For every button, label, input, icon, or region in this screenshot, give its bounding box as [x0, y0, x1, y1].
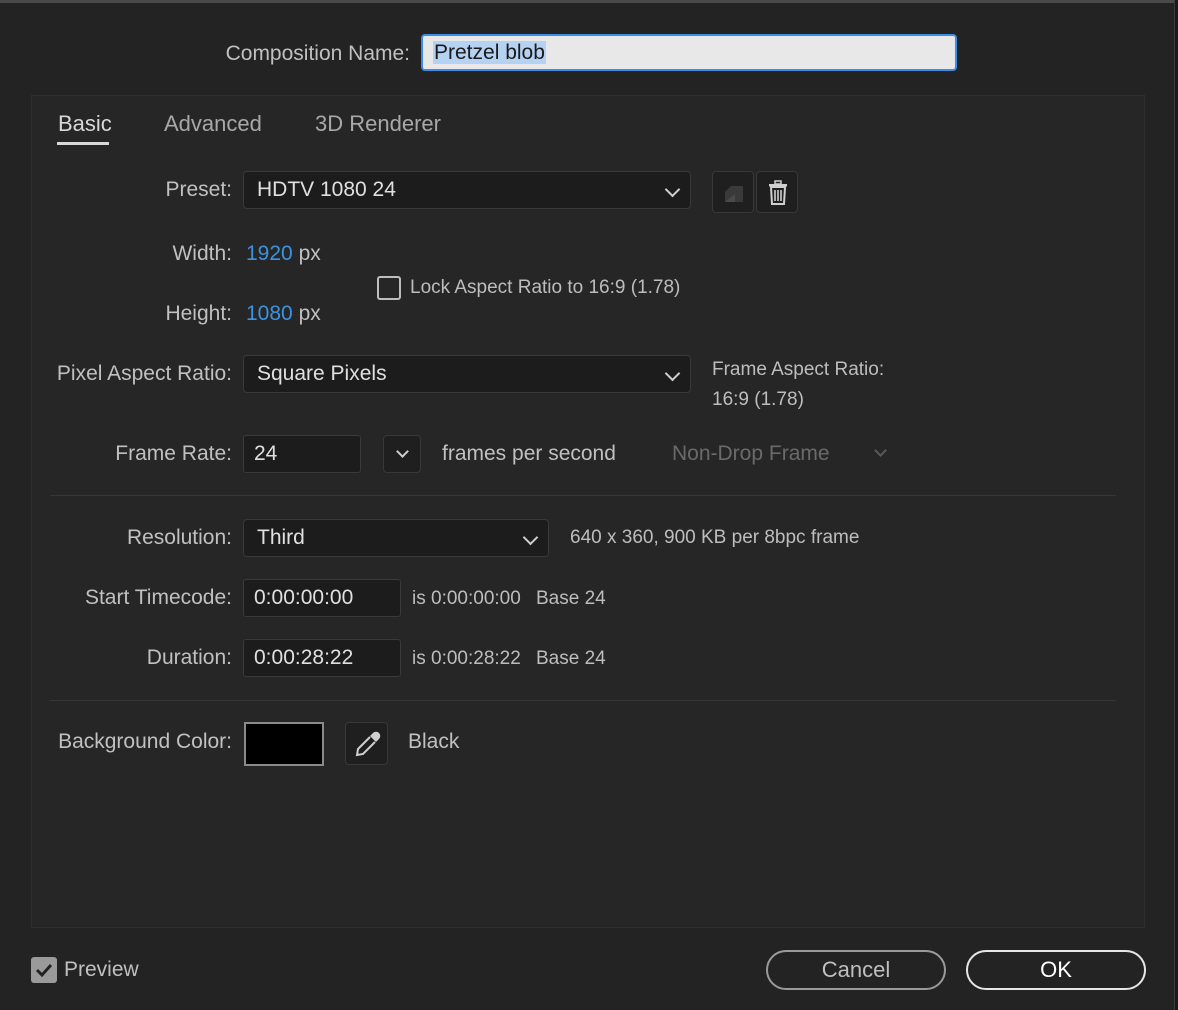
frame-rate-input[interactable]: 24 — [243, 435, 361, 473]
width-label: Width: — [172, 242, 232, 265]
window-top-edge — [0, 0, 1178, 3]
width-unit: px — [298, 242, 321, 265]
resolution-info: 640 x 360, 900 KB per 8bpc frame — [570, 527, 860, 548]
save-preset-button[interactable] — [712, 171, 754, 213]
start-timecode-base: Base 24 — [536, 588, 606, 609]
preset-value: HDTV 1080 24 — [257, 178, 396, 201]
delete-preset-button[interactable] — [756, 171, 798, 213]
drop-frame-value: Non-Drop Frame — [672, 442, 830, 465]
preview-label: Preview — [64, 958, 139, 981]
background-color-swatch[interactable] — [244, 722, 324, 766]
tab-basic[interactable]: Basic — [58, 110, 112, 138]
composition-name-input[interactable]: Pretzel blob — [421, 34, 957, 71]
cancel-button[interactable]: Cancel — [766, 950, 946, 990]
pixel-aspect-label: Pixel Aspect Ratio: — [56, 362, 232, 385]
height-field[interactable]: 1080 px — [246, 300, 321, 328]
resolution-dropdown[interactable]: Third — [243, 519, 549, 557]
start-timecode-label: Start Timecode: — [84, 586, 232, 609]
preview-checkbox[interactable] — [31, 957, 57, 983]
background-color-name: Black — [408, 730, 460, 753]
start-timecode-is: is 0:00:00:00 — [412, 588, 521, 609]
frame-rate-dropdown-button[interactable] — [383, 435, 421, 473]
background-color-label: Background Color: — [58, 730, 232, 753]
chevron-down-icon — [664, 365, 681, 382]
drop-frame-dropdown: Non-Drop Frame — [657, 436, 897, 472]
composition-name-value: Pretzel blob — [433, 41, 546, 64]
settings-panel — [31, 95, 1145, 928]
checkmark-icon — [35, 963, 53, 978]
frame-rate-unit: frames per second — [442, 442, 616, 465]
height-unit: px — [298, 302, 321, 325]
frame-aspect-value: 16:9 (1.78) — [712, 389, 804, 410]
chevron-down-icon — [522, 529, 539, 546]
preset-label: Preset: — [165, 178, 232, 201]
chevron-down-icon — [874, 444, 887, 457]
separator — [50, 495, 1116, 496]
trash-icon — [769, 180, 787, 205]
duration-is: is 0:00:28:22 — [412, 648, 521, 669]
save-preset-icon — [725, 186, 743, 202]
eyedropper-icon — [355, 731, 381, 757]
tab-3d-renderer[interactable]: 3D Renderer — [315, 110, 441, 138]
composition-name-label: Composition Name: — [225, 42, 410, 65]
lock-aspect-checkbox[interactable] — [377, 276, 401, 300]
resolution-label: Resolution: — [126, 526, 232, 549]
frame-aspect-label: Frame Aspect Ratio: — [712, 359, 885, 380]
ok-button[interactable]: OK — [966, 950, 1146, 990]
active-tab-indicator — [57, 142, 109, 145]
duration-label: Duration: — [146, 646, 232, 669]
duration-input[interactable]: 0:00:28:22 — [243, 639, 401, 677]
width-field[interactable]: 1920 px — [246, 240, 321, 268]
height-label: Height: — [165, 302, 232, 325]
height-value[interactable]: 1080 — [246, 302, 293, 325]
preset-dropdown[interactable]: HDTV 1080 24 — [243, 171, 691, 209]
lock-aspect-label: Lock Aspect Ratio to 16:9 (1.78) — [410, 277, 681, 298]
chevron-down-icon — [396, 445, 409, 458]
eyedropper-button[interactable] — [345, 722, 388, 765]
tab-advanced[interactable]: Advanced — [164, 110, 262, 138]
resolution-value: Third — [257, 526, 305, 549]
pixel-aspect-dropdown[interactable]: Square Pixels — [243, 355, 691, 393]
pixel-aspect-value: Square Pixels — [257, 362, 387, 385]
window-right-edge — [1174, 0, 1178, 1010]
duration-base: Base 24 — [536, 648, 606, 669]
width-value[interactable]: 1920 — [246, 242, 293, 265]
separator — [50, 700, 1116, 701]
start-timecode-input[interactable]: 0:00:00:00 — [243, 579, 401, 617]
frame-rate-label: Frame Rate: — [115, 442, 232, 465]
chevron-down-icon — [664, 181, 681, 198]
